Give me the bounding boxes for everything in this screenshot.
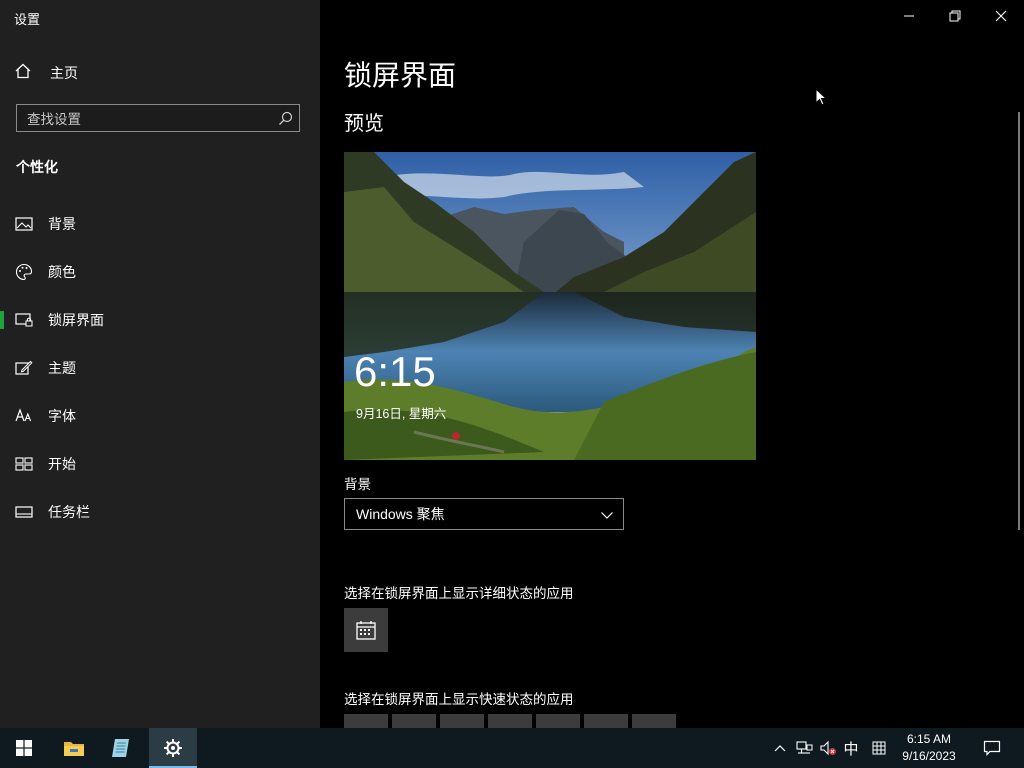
font-icon [15,407,33,425]
home-label: 主页 [50,65,78,81]
minimize-button[interactable] [886,0,932,32]
page-title: 锁屏界面 [344,60,457,91]
search-input[interactable] [17,105,279,133]
sidebar-item-background[interactable]: 背景 [0,204,320,244]
chevron-down-icon [600,508,614,527]
action-center-button[interactable] [978,728,1006,768]
restore-icon [949,10,961,22]
mouse-cursor-icon [815,87,828,111]
quick-status-apps [344,714,680,728]
background-label: 背景 [344,477,371,492]
file-explorer-icon [64,742,84,756]
home-nav-item[interactable]: 主页 [14,60,78,86]
clock-time: 6:15 AM [906,732,952,746]
taskbar: 中 6:15 AM 9/16/2023 [0,728,1024,768]
taskbar-notepad[interactable] [98,728,146,768]
show-hidden-icons-button[interactable] [770,728,790,768]
start-button[interactable] [0,728,48,768]
volume-button[interactable] [817,728,839,768]
home-icon [14,62,32,85]
taskbar-icon [15,503,33,521]
windows-start-icon [16,740,32,756]
preview-heading: 预览 [344,113,384,135]
quick-status-app-button[interactable] [344,714,388,728]
scrollbar[interactable] [1018,112,1020,530]
search-icon[interactable] [278,111,293,131]
sidebar-item-lock-screen[interactable]: 锁屏界面 [0,300,320,340]
calendar-icon [356,621,376,640]
network-button[interactable] [793,728,815,768]
sidebar-item-colors[interactable]: 颜色 [0,252,320,292]
palette-icon [15,263,33,281]
detail-status-label: 选择在锁屏界面上显示详细状态的应用 [344,586,574,601]
quick-status-app-button[interactable] [440,714,484,728]
chevron-up-icon [774,745,786,752]
volume-muted-icon [820,740,836,756]
app-title: 设置 [14,12,41,27]
notification-icon [983,740,1001,756]
taskbar-clock[interactable]: 6:15 AM 9/16/2023 [892,731,966,765]
clock-date: 9/16/2023 [902,749,956,763]
settings-sidebar: 设置 主页 个性化 背景 颜色 锁屏界面 主题 [0,0,320,728]
start-grid-icon [15,455,33,473]
preview-clock: 6:15 [354,348,436,395]
quick-status-app-button[interactable] [392,714,436,728]
settings-gear-icon [164,739,182,757]
sidebar-item-fonts[interactable]: 字体 [0,396,320,436]
sidebar-item-label: 主题 [48,360,76,376]
background-dropdown-value: Windows 聚焦 [356,506,445,522]
ime-mode-button[interactable]: 中 [840,728,862,768]
preview-date: 9月16日, 星期六 [356,407,447,421]
ime-options-button[interactable] [868,728,890,768]
restore-button[interactable] [932,0,978,32]
detail-status-app-button[interactable] [344,608,388,652]
sidebar-item-themes[interactable]: 主题 [0,348,320,388]
settings-content: 锁屏界面 预览 6:15 9月16日, 星期六 背景 Windows 聚焦 选择… [320,0,1024,728]
taskbar-settings[interactable] [149,728,197,768]
quick-status-app-button[interactable] [584,714,628,728]
search-box[interactable] [16,104,300,133]
input-method-icon [872,741,886,755]
quick-status-app-button[interactable] [488,714,532,728]
sidebar-item-label: 颜色 [48,264,76,280]
section-title: 个性化 [16,159,58,175]
quick-status-label: 选择在锁屏界面上显示快速状态的应用 [344,692,574,707]
theme-pen-icon [15,359,33,377]
window-controls [886,0,1024,32]
quick-status-app-button[interactable] [536,714,580,728]
sidebar-item-start[interactable]: 开始 [0,444,320,484]
lock-screen-preview: 6:15 9月16日, 星期六 [344,152,756,460]
sidebar-item-label: 锁屏界面 [48,312,104,328]
close-icon [995,10,1007,22]
sidebar-item-label: 开始 [48,456,76,472]
sidebar-item-taskbar[interactable]: 任务栏 [0,492,320,532]
notepad-icon [112,739,129,757]
sidebar-item-label: 字体 [48,408,76,424]
background-dropdown[interactable]: Windows 聚焦 [344,498,624,530]
sidebar-item-label: 任务栏 [48,504,90,520]
sidebar-item-label: 背景 [48,216,76,232]
lock-screen-icon [15,311,33,329]
picture-icon [15,215,33,233]
close-button[interactable] [978,0,1024,32]
taskbar-file-explorer[interactable] [50,728,98,768]
selection-indicator [0,311,4,329]
network-icon [796,741,813,754]
minimize-icon [904,15,914,17]
quick-status-app-button[interactable] [632,714,676,728]
